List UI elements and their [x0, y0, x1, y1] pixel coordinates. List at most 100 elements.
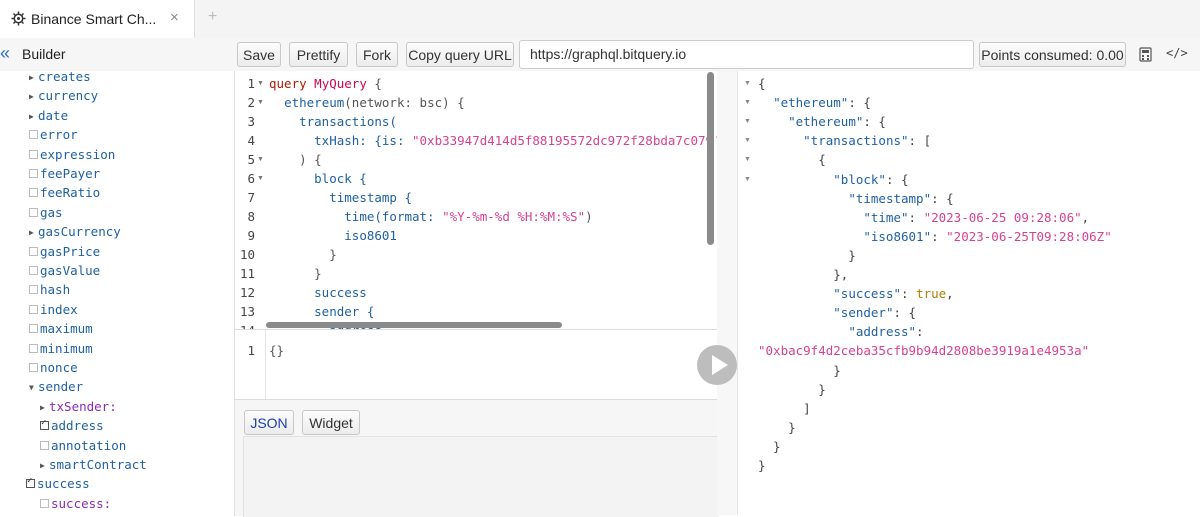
- json-tab-button[interactable]: JSON: [244, 410, 294, 435]
- endpoint-url-field[interactable]: https://graphql.bitquery.io: [519, 40, 974, 69]
- explorer-item[interactable]: maximum: [29, 321, 93, 340]
- fold-arrow-icon[interactable]: ▼: [744, 176, 751, 183]
- variables-editor[interactable]: 1 {}: [234, 329, 718, 400]
- explorer-item[interactable]: error: [29, 127, 78, 146]
- explorer-item[interactable]: ▶ txSender:: [40, 399, 117, 418]
- explorer-item[interactable]: gasValue: [29, 263, 100, 282]
- result-line: "timestamp": {: [848, 190, 954, 206]
- fold-arrow-icon[interactable]: ▼: [744, 118, 751, 125]
- result-line: }: [758, 419, 796, 435]
- checkbox-icon[interactable]: [29, 304, 38, 314]
- checkbox-icon[interactable]: [29, 188, 38, 198]
- code-line-2: ethereum(network: bsc) {: [284, 95, 465, 110]
- run-query-button[interactable]: [697, 345, 737, 385]
- checkbox-icon[interactable]: [40, 440, 49, 450]
- result-line: {: [758, 76, 766, 91]
- explorer-item[interactable]: ▶ date: [29, 108, 68, 127]
- code-icon[interactable]: </>: [1166, 46, 1188, 60]
- fold-arrow-icon[interactable]: ▼: [744, 99, 751, 106]
- explorer-item[interactable]: annotation: [40, 438, 126, 457]
- pane-divider[interactable]: [717, 71, 737, 515]
- checkbox-icon[interactable]: [29, 285, 38, 295]
- fold-arrow-icon[interactable]: ▼: [257, 175, 264, 182]
- fork-button[interactable]: Fork: [356, 42, 398, 67]
- close-icon[interactable]: ×: [170, 9, 179, 26]
- checkbox-icon[interactable]: [29, 266, 38, 275]
- code-line-4: txHash: {is: "0xb33947d414d5f88195572dc9…: [314, 133, 718, 148]
- query-editor[interactable]: 1▼2▼345▼6▼7891011121314 query MyQuery { …: [234, 71, 718, 329]
- builder-label[interactable]: Builder: [22, 46, 66, 62]
- checkbox-icon[interactable]: [29, 324, 38, 334]
- explorer-item[interactable]: nonce: [29, 360, 78, 379]
- explorer-item-label: error: [40, 127, 78, 143]
- explorer-item-label: index: [40, 301, 78, 317]
- checkbox-icon[interactable]: [40, 498, 49, 508]
- code-line-8: time(format: "%Y-%m-%d %H:%M:%S"): [344, 209, 593, 224]
- explorer-item[interactable]: success: [26, 476, 90, 495]
- expand-arrow-icon[interactable]: ▶: [29, 73, 38, 82]
- explorer-item[interactable]: feeRatio: [29, 185, 100, 204]
- code-line-6: block {: [314, 171, 367, 186]
- checked-checkbox-icon[interactable]: [26, 476, 35, 489]
- explorer-item[interactable]: address: [40, 418, 104, 437]
- explorer-item[interactable]: ▶ smartContract: [40, 457, 147, 476]
- explorer-item[interactable]: minimum: [29, 341, 93, 360]
- explorer-item-label: date: [38, 107, 69, 123]
- line-number: 2: [247, 95, 255, 110]
- tab-binance-smart-chain[interactable]: Binance Smart Ch... ×: [0, 0, 195, 39]
- explorer-item-label: feeRatio: [40, 185, 101, 201]
- explorer-item[interactable]: ▼ sender: [29, 379, 83, 398]
- explorer-item[interactable]: feePayer: [29, 166, 100, 185]
- fold-arrow-icon[interactable]: ▼: [744, 80, 751, 87]
- fold-arrow-icon[interactable]: ▼: [744, 156, 751, 163]
- line-number: 7: [247, 190, 255, 205]
- explorer-item[interactable]: success:: [40, 496, 111, 515]
- checkbox-icon[interactable]: [29, 130, 38, 140]
- query-vertical-scrollbar[interactable]: [707, 72, 714, 245]
- result-line: {: [758, 152, 826, 168]
- widget-tab-button[interactable]: Widget: [302, 410, 360, 435]
- fold-arrow-icon[interactable]: ▼: [257, 156, 264, 163]
- save-button[interactable]: Save: [237, 42, 281, 67]
- add-tab-icon[interactable]: +: [208, 8, 217, 26]
- expand-arrow-icon[interactable]: ▶: [29, 228, 38, 237]
- explorer-item[interactable]: hash: [29, 282, 70, 301]
- result-line: }: [758, 362, 841, 378]
- line-number: 4: [247, 133, 255, 148]
- explorer-item[interactable]: index: [29, 302, 78, 321]
- expand-arrow-icon[interactable]: ▶: [40, 403, 49, 412]
- explorer-item-label: nonce: [40, 360, 78, 375]
- fold-arrow-icon[interactable]: ▼: [257, 99, 264, 106]
- points-consumed-button[interactable]: Points consumed: 0.00: [979, 42, 1126, 67]
- query-builder-explorer: ▶ creates ▶ currency ▶ date error expression fee…: [0, 71, 234, 515]
- collapse-chevron-icon[interactable]: «: [0, 43, 10, 64]
- collapse-arrow-icon[interactable]: ▼: [29, 383, 38, 392]
- explorer-item-label: txSender:: [49, 398, 117, 414]
- checked-checkbox-icon[interactable]: [40, 418, 49, 431]
- checkbox-icon[interactable]: [29, 207, 38, 217]
- checkbox-icon[interactable]: [29, 343, 38, 353]
- tab-bar: Binance Smart Ch... × +: [0, 0, 1200, 39]
- query-horizontal-scrollbar[interactable]: [266, 322, 562, 328]
- explorer-item[interactable]: ▶ currency: [29, 88, 98, 107]
- prettify-button[interactable]: Prettify: [289, 42, 348, 67]
- checkbox-icon[interactable]: [29, 149, 38, 159]
- expand-arrow-icon[interactable]: ▶: [29, 92, 38, 101]
- result-line: "address":: [848, 324, 924, 340]
- explorer-item[interactable]: gasPrice: [29, 244, 100, 263]
- calculator-icon[interactable]: [1138, 47, 1153, 62]
- explorer-item[interactable]: gas: [29, 205, 63, 224]
- checkbox-icon[interactable]: [29, 169, 38, 178]
- checkbox-icon[interactable]: [29, 363, 38, 372]
- fold-arrow-icon[interactable]: ▼: [257, 80, 264, 87]
- expand-arrow-icon[interactable]: ▶: [29, 112, 38, 121]
- expand-arrow-icon[interactable]: ▶: [40, 461, 49, 470]
- checkbox-icon[interactable]: [29, 246, 38, 256]
- explorer-item[interactable]: ▶ gasCurrency: [29, 224, 121, 243]
- fold-arrow-icon[interactable]: ▼: [744, 137, 751, 144]
- result-line: }: [758, 438, 781, 454]
- explorer-item[interactable]: expression: [29, 147, 115, 166]
- explorer-item[interactable]: ▶ creates: [29, 71, 91, 88]
- copy-query-url-button[interactable]: Copy query URL: [406, 42, 514, 67]
- explorer-item-label: success:: [51, 495, 112, 511]
